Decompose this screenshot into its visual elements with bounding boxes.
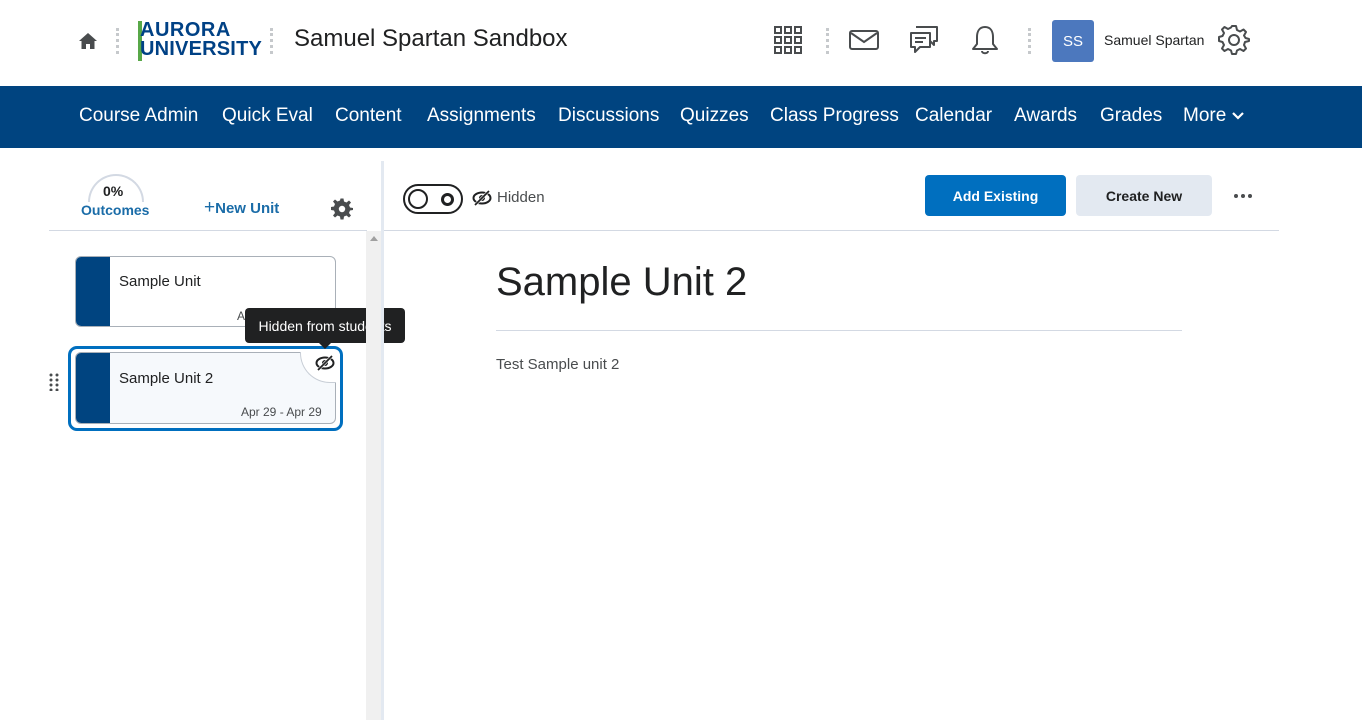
user-name[interactable]: Samuel Spartan (1104, 32, 1204, 48)
visibility-label: Hidden (497, 189, 545, 206)
sidebar-scrollbar[interactable] (366, 231, 382, 720)
unit-card-stripe (76, 353, 110, 423)
hidden-eye-icon (472, 190, 492, 206)
unit-description: Test Sample unit 2 (496, 356, 620, 373)
visibility-toggle[interactable] (403, 184, 463, 214)
home-icon[interactable] (77, 30, 99, 52)
header-separator (1028, 28, 1031, 54)
nav-calendar[interactable]: Calendar (915, 105, 992, 127)
panel-resizer[interactable] (381, 161, 384, 720)
create-new-button[interactable]: Create New (1076, 175, 1212, 216)
nav-content[interactable]: Content (335, 105, 402, 127)
nav-awards[interactable]: Awards (1014, 105, 1077, 127)
nav-grades[interactable]: Grades (1100, 105, 1162, 127)
header-separator (270, 28, 273, 54)
unit-card-dates: A (237, 309, 246, 323)
unit-title: Sample Unit 2 (496, 260, 748, 304)
settings-icon[interactable] (1218, 24, 1250, 56)
outcomes-link[interactable]: Outcomes (81, 202, 149, 218)
more-options-icon[interactable] (1229, 185, 1257, 207)
progress-percent: 0% (103, 183, 124, 199)
toggle-off-ring (441, 193, 454, 206)
unit-card-stripe (76, 257, 110, 326)
mail-icon[interactable] (848, 24, 880, 56)
nav-discussions[interactable]: Discussions (558, 105, 659, 127)
new-unit-label: New Unit (215, 200, 280, 217)
new-unit-button[interactable]: +New Unit (204, 197, 280, 218)
drag-handle-icon[interactable] (49, 373, 59, 391)
top-header: AURORA UNIVERSITY Samuel Spartan Sandbox… (0, 0, 1362, 86)
nav-quizzes[interactable]: Quizzes (680, 105, 749, 127)
plus-icon: + (204, 197, 216, 218)
waffle-icon[interactable] (772, 24, 804, 56)
unit-card-sample-unit-2[interactable]: Sample Unit 2 Apr 29 - Apr 29 (75, 352, 336, 424)
nav-quick-eval[interactable]: Quick Eval (222, 105, 313, 127)
course-title[interactable]: Samuel Spartan Sandbox (294, 25, 568, 53)
header-separator (116, 28, 119, 54)
chat-icon[interactable] (908, 24, 940, 56)
unit-card-title: Sample Unit (119, 273, 201, 290)
tooltip-arrow (318, 342, 332, 349)
course-navbar: Course Admin Quick Eval Content Assignme… (0, 86, 1362, 148)
avatar[interactable]: SS (1052, 20, 1094, 62)
unit-card-dates: Apr 29 - Apr 29 (241, 405, 322, 419)
hidden-eye-icon[interactable] (315, 355, 335, 371)
header-separator (826, 28, 829, 54)
toolbar-divider (384, 230, 1279, 231)
logo-line-1: AURORA (140, 19, 231, 41)
nav-class-progress[interactable]: Class Progress (770, 105, 899, 127)
university-logo[interactable]: AURORA UNIVERSITY (138, 19, 262, 63)
nav-assignments[interactable]: Assignments (427, 105, 536, 127)
title-divider (496, 330, 1182, 331)
nav-more[interactable]: More (1183, 105, 1245, 127)
bell-icon[interactable] (969, 24, 1001, 56)
settings-icon[interactable] (331, 198, 353, 220)
scroll-up-arrow-icon[interactable] (370, 236, 378, 241)
nav-more-label: More (1183, 105, 1227, 126)
add-existing-button[interactable]: Add Existing (925, 175, 1066, 216)
chevron-down-icon (1232, 112, 1245, 120)
sidebar-divider (49, 230, 367, 231)
unit-card-title: Sample Unit 2 (119, 370, 214, 387)
logo-line-2: UNIVERSITY (140, 38, 263, 60)
nav-course-admin[interactable]: Course Admin (79, 105, 198, 127)
toggle-knob (408, 189, 428, 209)
